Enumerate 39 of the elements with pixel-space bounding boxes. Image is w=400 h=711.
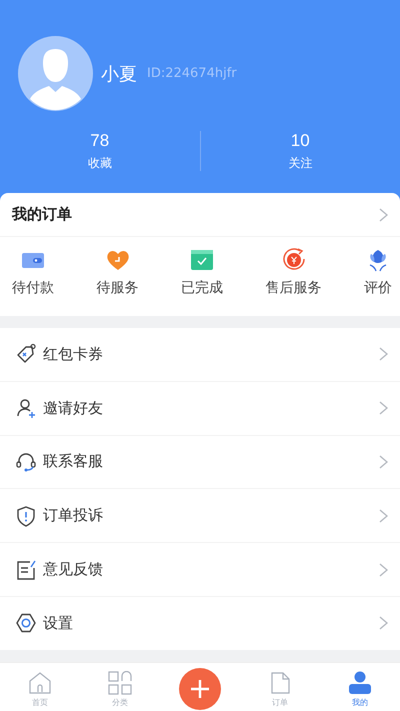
stat-label: 关注 — [288, 155, 312, 172]
headset-icon — [15, 450, 37, 473]
menu-item[interactable]: 设置 — [43, 614, 373, 633]
section-title: 我的订单 — [12, 205, 72, 224]
order-status-label[interactable]: 待服务 — [96, 279, 138, 297]
chevron-icon — [379, 562, 388, 577]
user-name: 小夏 — [101, 62, 137, 86]
chevron-icon — [379, 347, 388, 362]
chevron-icon — [379, 616, 388, 630]
stat-label: 收藏 — [88, 155, 112, 172]
menu-item[interactable]: 红包卡券 — [43, 344, 373, 364]
stat-value: 78 — [90, 131, 110, 151]
coin-icon — [280, 247, 306, 273]
menu-item[interactable]: 联系客服 — [43, 452, 373, 472]
stat-value: 10 — [290, 131, 310, 151]
chevron-icon — [379, 508, 388, 523]
add-user-icon — [15, 397, 37, 420]
tab[interactable]: 我的 — [320, 662, 400, 711]
grid-icon — [108, 670, 132, 695]
order-status-label[interactable]: 已完成 — [181, 279, 223, 297]
chevron-icon — [379, 454, 388, 469]
chevron-icon — [379, 401, 388, 416]
plus-icon — [190, 679, 210, 700]
user-icon — [348, 670, 372, 695]
add-button[interactable] — [179, 668, 221, 710]
order-status-label[interactable]: 待付款 — [12, 279, 54, 297]
settings-icon — [15, 612, 37, 634]
home-icon — [28, 670, 52, 695]
shield-icon — [15, 504, 37, 527]
order-status-label[interactable]: 售后服务 — [266, 279, 322, 297]
tag-icon — [15, 343, 37, 366]
order-status-label[interactable]: 评价 — [364, 279, 392, 297]
menu-item[interactable]: 邀请好友 — [43, 398, 373, 418]
note-icon — [15, 558, 37, 581]
user-id: ID:224674hjfr — [147, 66, 237, 81]
chevron-icon — [379, 208, 388, 222]
menu-item[interactable]: 意见反馈 — [43, 560, 373, 580]
menu-item[interactable]: 订单投诉 — [43, 506, 373, 526]
check-box-icon — [189, 247, 215, 273]
